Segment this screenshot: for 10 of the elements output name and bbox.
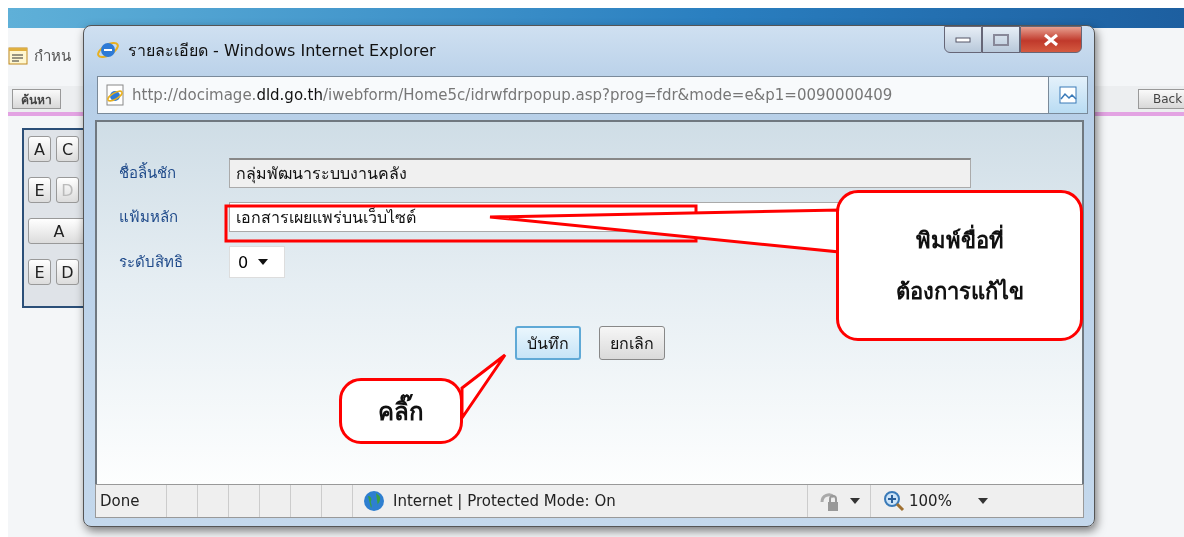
security-zone: Internet | Protected Mode: On (393, 492, 616, 510)
field-label: ชื่อลิ้นชัก (119, 161, 177, 184)
callout-text: คลิ๊ก (378, 391, 424, 431)
callout-text: ต้องการแก้ไข (895, 277, 1024, 306)
status-text: Done (96, 485, 167, 517)
window-title: กำหน (34, 46, 71, 67)
callout-text: พิมพ์ขื่อที่ (915, 222, 1004, 258)
field-label: ระดับสิทธิ (119, 252, 184, 273)
field-label: แฟ้มหลัก (119, 207, 179, 228)
window-title: รายละเอียด - Windows Internet Explorer (128, 39, 436, 62)
